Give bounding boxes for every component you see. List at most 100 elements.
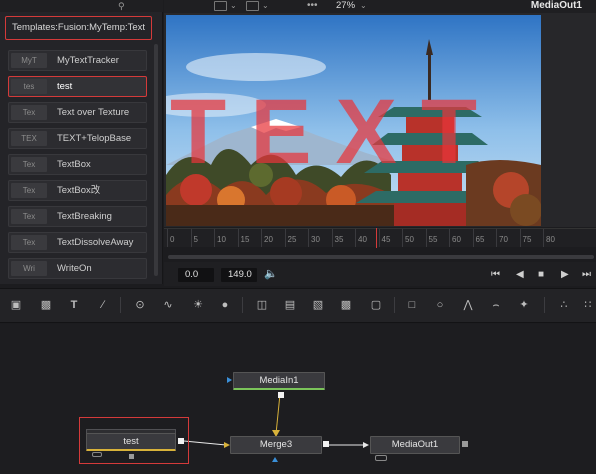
template-item[interactable]: MyT MyTextTracker xyxy=(8,50,147,71)
go-to-end-icon[interactable]: ⏭ xyxy=(582,268,591,282)
crop-tool-icon[interactable]: ▢ xyxy=(368,298,384,312)
ruler-tick-label: 55 xyxy=(428,235,438,244)
template-thumbnail: Tex xyxy=(11,183,47,198)
viewer-layout-button[interactable] xyxy=(246,1,259,11)
droplet-tool-icon[interactable]: ● xyxy=(217,298,233,312)
play-icon[interactable]: ▶ xyxy=(561,268,569,282)
viewer-image: TEXT xyxy=(166,15,541,226)
ruler-tick-label: 65 xyxy=(475,235,485,244)
template-thumbnail: Tex xyxy=(11,157,47,172)
viewer-overlay-text: TEXT xyxy=(170,81,501,183)
node-mediain1[interactable]: MediaIn1 xyxy=(233,372,325,390)
start-time-field[interactable]: 0.0 xyxy=(178,268,214,282)
ruler-tick xyxy=(214,229,215,247)
rectangle-mask-icon[interactable]: □ xyxy=(404,298,420,312)
template-item[interactable]: Tex TextBox xyxy=(8,154,147,175)
template-label: TextBox改 xyxy=(57,185,101,196)
template-thumbnail: Wri xyxy=(11,261,47,276)
particles-tool-icon[interactable]: ⊙ xyxy=(132,298,148,312)
play-reverse-icon[interactable]: ◀ xyxy=(516,268,524,282)
brush-tool-icon[interactable]: ∕ xyxy=(95,298,111,312)
toolbar-separator xyxy=(242,297,243,313)
template-path: Templates:Fusion:MyTemp:Text xyxy=(5,16,152,40)
node-test[interactable]: test xyxy=(86,433,176,451)
media-out-tool-icon[interactable]: ▩ xyxy=(338,298,354,312)
ruler-tick-label: 10 xyxy=(217,235,226,244)
background-tool-icon[interactable]: ▣ xyxy=(8,298,24,312)
chevron-down-icon[interactable]: ⌄ xyxy=(360,0,367,12)
ruler-tick-label: 40 xyxy=(358,235,367,244)
node-mask-port[interactable] xyxy=(129,454,134,459)
mask-tool-icon[interactable]: ▧ xyxy=(310,298,326,312)
viewer-option-button[interactable] xyxy=(214,1,227,11)
ruler-tick-label: 25 xyxy=(287,235,297,244)
template-item[interactable]: Tex TextBox改 xyxy=(8,180,147,201)
particle-render-icon[interactable]: ∷ xyxy=(580,298,596,312)
node-merge3[interactable]: Merge3 xyxy=(230,436,322,454)
transform-tool-icon[interactable]: ▤ xyxy=(282,298,298,312)
ruler-tick xyxy=(472,229,474,247)
viewer-title: MediaOut1 xyxy=(530,0,582,11)
template-item[interactable]: Tex TextDissolveAway xyxy=(8,232,147,253)
ruler-tick xyxy=(519,229,521,247)
search-icon[interactable]: ⚲ xyxy=(118,1,128,11)
ruler-tick xyxy=(355,229,356,247)
chevron-down-icon[interactable]: ⌄ xyxy=(262,0,269,12)
chevron-down-icon[interactable]: ⌄ xyxy=(230,0,237,12)
template-item[interactable]: Tex TextBreaking xyxy=(8,206,147,227)
ruler-tick xyxy=(402,229,403,247)
brightness-tool-icon[interactable]: ☀ xyxy=(190,298,206,312)
ruler-tick xyxy=(331,229,333,247)
end-time-field[interactable]: 149.0 xyxy=(221,268,257,282)
template-list-scrollbar[interactable] xyxy=(154,44,158,276)
node-output-port[interactable] xyxy=(462,441,468,447)
scrub-bar[interactable] xyxy=(168,255,594,259)
template-label: test xyxy=(57,81,73,92)
paint-mask-icon[interactable]: ✦ xyxy=(516,298,532,312)
toolbar-separator xyxy=(120,297,121,313)
curves-tool-icon[interactable]: ∿ xyxy=(160,298,176,312)
paint-tool-icon[interactable]: ▩ xyxy=(38,298,54,312)
time-ruler[interactable]: 0 5 10 15 20 25 30 35 40 45 50 55 60 65 70 75 80 xyxy=(164,228,596,247)
ruler-tick-label: 35 xyxy=(334,235,344,244)
template-item[interactable]: tes test xyxy=(8,76,147,97)
node-output-port[interactable] xyxy=(278,392,284,398)
stop-icon[interactable]: ■ xyxy=(538,268,544,282)
ruler-tick xyxy=(308,229,309,247)
ruler-tick xyxy=(378,229,380,247)
template-label: TextBox xyxy=(57,159,91,170)
ruler-tick-label: 70 xyxy=(499,235,508,244)
template-label: TextDissolveAway xyxy=(57,237,134,248)
node-mask-marker xyxy=(272,457,278,462)
go-to-start-icon[interactable]: ⏮ xyxy=(491,268,500,282)
more-options-icon[interactable]: ••• xyxy=(307,0,318,11)
template-item[interactable]: TEX TEXT+TelopBase xyxy=(8,128,147,149)
template-label: TEXT+TelopBase xyxy=(57,133,132,144)
zoom-level[interactable]: 27% xyxy=(336,0,355,12)
node-output-port[interactable] xyxy=(323,441,329,447)
ellipse-mask-icon[interactable]: ○ xyxy=(432,298,448,312)
template-item[interactable]: Wri WriteOn xyxy=(8,258,147,279)
node-view-indicator xyxy=(375,455,387,461)
node-mediaout1[interactable]: MediaOut1 xyxy=(370,436,460,454)
merge-tool-icon[interactable]: ◫ xyxy=(254,298,270,312)
ruler-tick-label: 5 xyxy=(193,235,198,244)
template-thumbnail: tes xyxy=(11,79,47,94)
bspline-mask-icon[interactable]: ⌢ xyxy=(488,298,504,312)
speaker-icon[interactable]: 🔈 xyxy=(264,267,278,280)
toolbar-separator xyxy=(394,297,395,313)
polygon-mask-icon[interactable]: ⋀ xyxy=(460,298,476,312)
particle-emitter-icon[interactable]: ∴ xyxy=(556,298,572,312)
text-tool-icon[interactable]: T xyxy=(66,298,82,312)
template-item[interactable]: Tex Text over Texture xyxy=(8,102,147,123)
template-thumbnail: MyT xyxy=(11,53,47,68)
ruler-tick xyxy=(496,229,497,247)
ruler-tick-label: 80 xyxy=(546,235,555,244)
templates-panel-header xyxy=(0,0,163,12)
ruler-tick-label: 0 xyxy=(170,235,175,244)
ruler-tick xyxy=(237,229,239,247)
node-output-port[interactable] xyxy=(178,438,184,444)
ruler-tick xyxy=(543,229,544,247)
playhead[interactable] xyxy=(376,228,377,248)
ruler-tick xyxy=(190,229,192,247)
